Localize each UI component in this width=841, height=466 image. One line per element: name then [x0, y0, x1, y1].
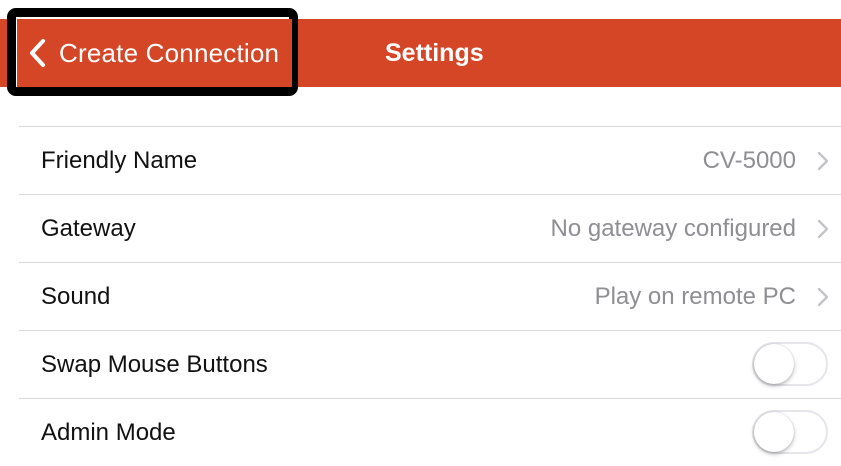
- back-button[interactable]: Create Connection: [17, 19, 292, 87]
- row-value: CV-5000: [702, 146, 796, 174]
- row-admin-mode: Admin Mode: [19, 398, 841, 466]
- row-label: Sound: [41, 282, 111, 310]
- back-button-label: Create Connection: [59, 37, 280, 68]
- row-label: Admin Mode: [41, 418, 176, 446]
- toggle-knob: [754, 343, 794, 384]
- toggle-knob: [754, 411, 794, 452]
- row-label: Gateway: [41, 214, 136, 242]
- row-label: Friendly Name: [41, 146, 198, 174]
- row-value: No gateway configured: [550, 214, 796, 242]
- row-value: Play on remote PC: [594, 282, 796, 310]
- settings-list: Friendly Name CV-5000 Gateway No gateway…: [0, 126, 841, 466]
- row-label: Swap Mouse Buttons: [41, 350, 268, 378]
- chevron-left-icon: [28, 38, 52, 68]
- row-friendly-name[interactable]: Friendly Name CV-5000: [19, 126, 841, 194]
- chevron-right-icon: [817, 151, 829, 171]
- admin-mode-toggle[interactable]: [752, 409, 828, 454]
- chevron-right-icon: [817, 287, 829, 307]
- row-sound[interactable]: Sound Play on remote PC: [19, 262, 841, 330]
- chevron-right-icon: [817, 219, 829, 239]
- page-title: Settings: [385, 38, 484, 67]
- row-swap-mouse-buttons: Swap Mouse Buttons: [19, 330, 841, 398]
- row-gateway[interactable]: Gateway No gateway configured: [19, 194, 841, 262]
- swap-mouse-buttons-toggle[interactable]: [752, 341, 828, 386]
